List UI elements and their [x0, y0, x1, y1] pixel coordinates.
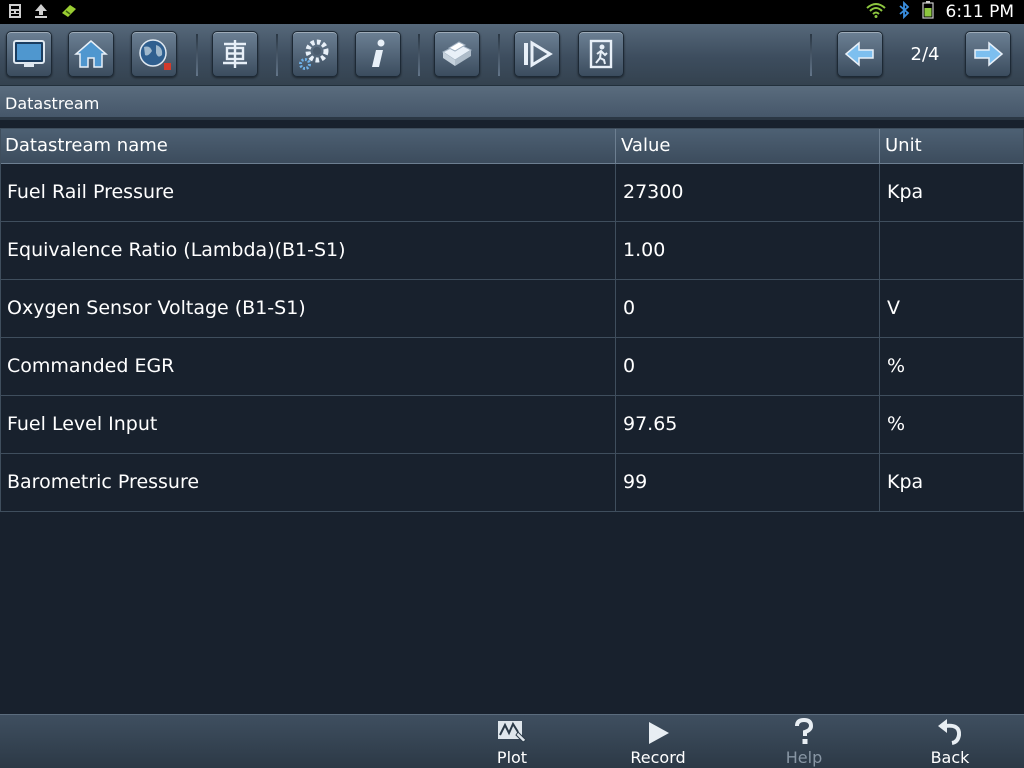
home-icon	[74, 40, 108, 68]
row-name: Fuel Level Input	[7, 413, 158, 435]
row-unit	[879, 222, 1024, 280]
clock: 6:11 PM	[945, 2, 1015, 22]
record-button[interactable]: Record	[618, 717, 698, 767]
title-bar: Datastream	[0, 86, 1024, 120]
wifi-icon	[865, 2, 886, 22]
play-icon	[649, 722, 669, 744]
toolbar-divider	[810, 34, 812, 76]
android-debug-icon	[60, 3, 78, 23]
info-icon	[372, 39, 385, 67]
row-name: Commanded EGR	[7, 355, 175, 377]
bottom-action-bar: Plot Record Help Back	[0, 714, 1024, 768]
column-header-value[interactable]: Value	[615, 128, 879, 164]
table-row[interactable]: Oxygen Sensor Voltage (B1-S1) 0 V	[0, 280, 1024, 338]
next-page-button[interactable]	[965, 31, 1011, 77]
back-arrow-icon	[938, 719, 962, 745]
vehicle-button[interactable]	[212, 31, 258, 77]
globe-icon	[139, 39, 171, 70]
record-label: Record	[630, 748, 686, 767]
back-label: Back	[930, 748, 970, 767]
column-header-unit[interactable]: Unit	[879, 128, 1024, 164]
table-row[interactable]: Equivalence Ratio (Lambda)(B1-S1) 1.00	[0, 222, 1024, 280]
row-value: 0	[615, 338, 879, 396]
row-value: 1.00	[615, 222, 879, 280]
table-row[interactable]: Fuel Level Input 97.65 %	[0, 396, 1024, 454]
settings-button[interactable]	[292, 31, 338, 77]
help-button[interactable]: Help	[764, 717, 844, 767]
play-button[interactable]	[514, 31, 560, 77]
home-button[interactable]	[68, 31, 114, 77]
upload-icon	[34, 3, 48, 23]
row-name: Oxygen Sensor Voltage (B1-S1)	[7, 297, 306, 319]
help-label: Help	[785, 748, 823, 767]
plot-label: Plot	[496, 748, 528, 767]
arrow-left-icon	[844, 41, 874, 67]
vehicle-icon	[223, 40, 247, 68]
toolbar-divider	[196, 34, 198, 76]
page-indicator: 2/4	[910, 44, 940, 65]
help-icon	[795, 718, 814, 744]
toolbar-divider	[418, 34, 420, 76]
table-row[interactable]: Commanded EGR 0 %	[0, 338, 1024, 396]
settings-icon	[299, 39, 329, 70]
table-header: Datastream name Value Unit	[0, 128, 1024, 164]
plot-icon	[498, 721, 527, 743]
table-row[interactable]: Fuel Rail Pressure 27300 Kpa	[0, 164, 1024, 222]
page-title: Datastream	[5, 94, 100, 113]
row-value: 99	[615, 454, 879, 512]
row-unit: Kpa	[879, 164, 1024, 222]
row-value: 0	[615, 280, 879, 338]
row-name: Fuel Rail Pressure	[7, 181, 175, 203]
info-button[interactable]	[355, 31, 401, 77]
toolbar-divider	[498, 34, 500, 76]
previous-page-button[interactable]	[837, 31, 883, 77]
battery-icon	[921, 1, 934, 23]
toolbar-divider	[276, 34, 278, 76]
row-unit: %	[879, 338, 1024, 396]
row-unit: V	[879, 280, 1024, 338]
bluetooth-icon	[898, 0, 910, 23]
table-row[interactable]: Barometric Pressure 99 Kpa	[0, 454, 1024, 512]
print-icon	[442, 41, 473, 66]
play-icon	[524, 40, 553, 68]
exit-button[interactable]	[578, 31, 624, 77]
row-value: 27300	[615, 164, 879, 222]
row-unit: Kpa	[879, 454, 1024, 512]
row-unit: %	[879, 396, 1024, 454]
display-button[interactable]	[6, 31, 52, 77]
print-button[interactable]	[434, 31, 480, 77]
globe-button[interactable]	[131, 31, 177, 77]
row-name: Barometric Pressure	[7, 471, 200, 493]
arrow-right-icon	[974, 41, 1004, 67]
back-button[interactable]: Back	[910, 717, 990, 767]
plot-button[interactable]: Plot	[472, 717, 552, 767]
notification-icon	[8, 3, 22, 23]
row-name: Equivalence Ratio (Lambda)(B1-S1)	[7, 239, 346, 261]
display-icon	[13, 40, 45, 67]
status-bar: 6:11 PM	[0, 0, 1024, 24]
row-value: 97.65	[615, 396, 879, 454]
toolbar: 2/4	[0, 24, 1024, 86]
exit-icon	[589, 39, 613, 69]
column-header-name[interactable]: Datastream name	[0, 128, 615, 164]
datastream-table: Datastream name Value Unit Fuel Rail Pre…	[0, 128, 1024, 512]
